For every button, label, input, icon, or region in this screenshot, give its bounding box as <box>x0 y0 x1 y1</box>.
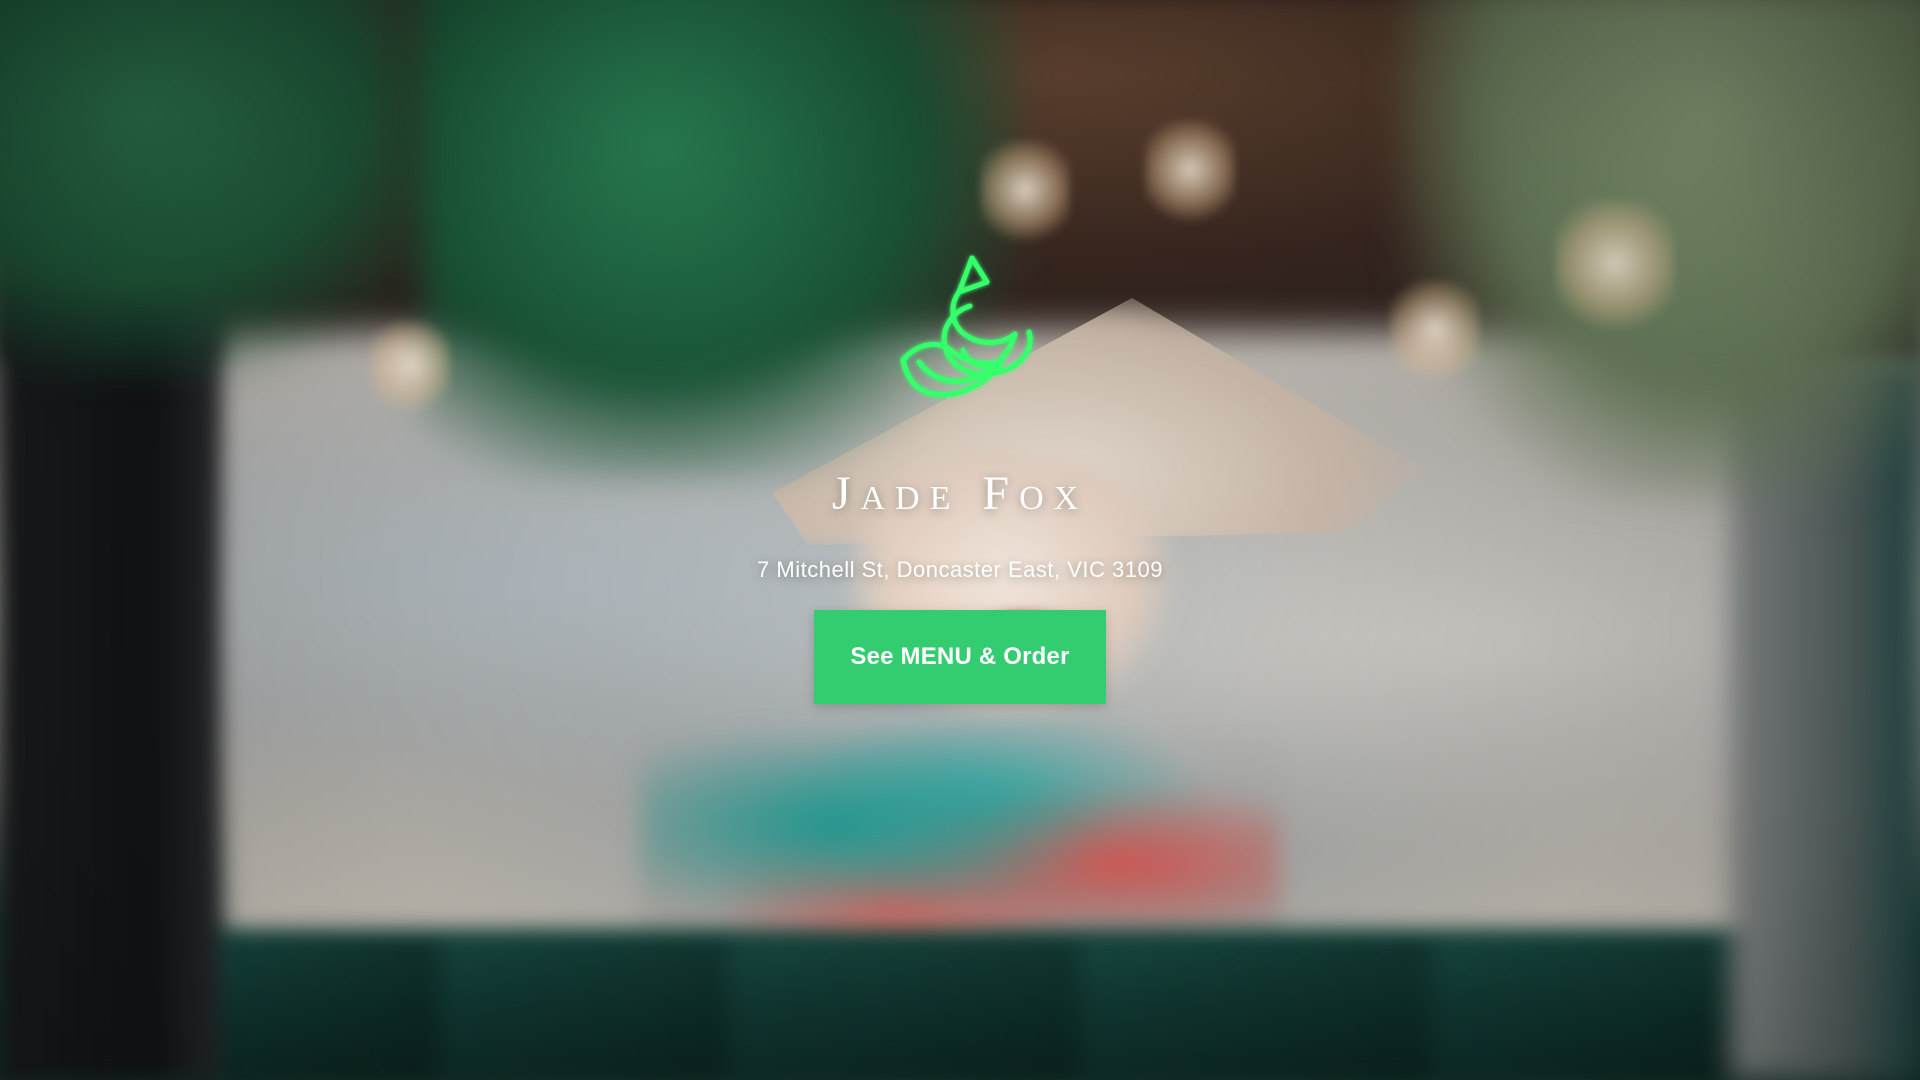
fox-icon <box>900 255 1033 398</box>
landing-page: Jade Fox 7 Mitchell St, Doncaster East, … <box>0 0 1920 1080</box>
see-menu-order-button[interactable]: See MENU & Order <box>814 610 1106 704</box>
hero-content: Jade Fox 7 Mitchell St, Doncaster East, … <box>0 0 1920 1080</box>
brand-name: Jade Fox <box>831 467 1089 520</box>
brand-logo <box>875 248 1045 448</box>
restaurant-address: 7 Mitchell St, Doncaster East, VIC 3109 <box>757 557 1163 582</box>
